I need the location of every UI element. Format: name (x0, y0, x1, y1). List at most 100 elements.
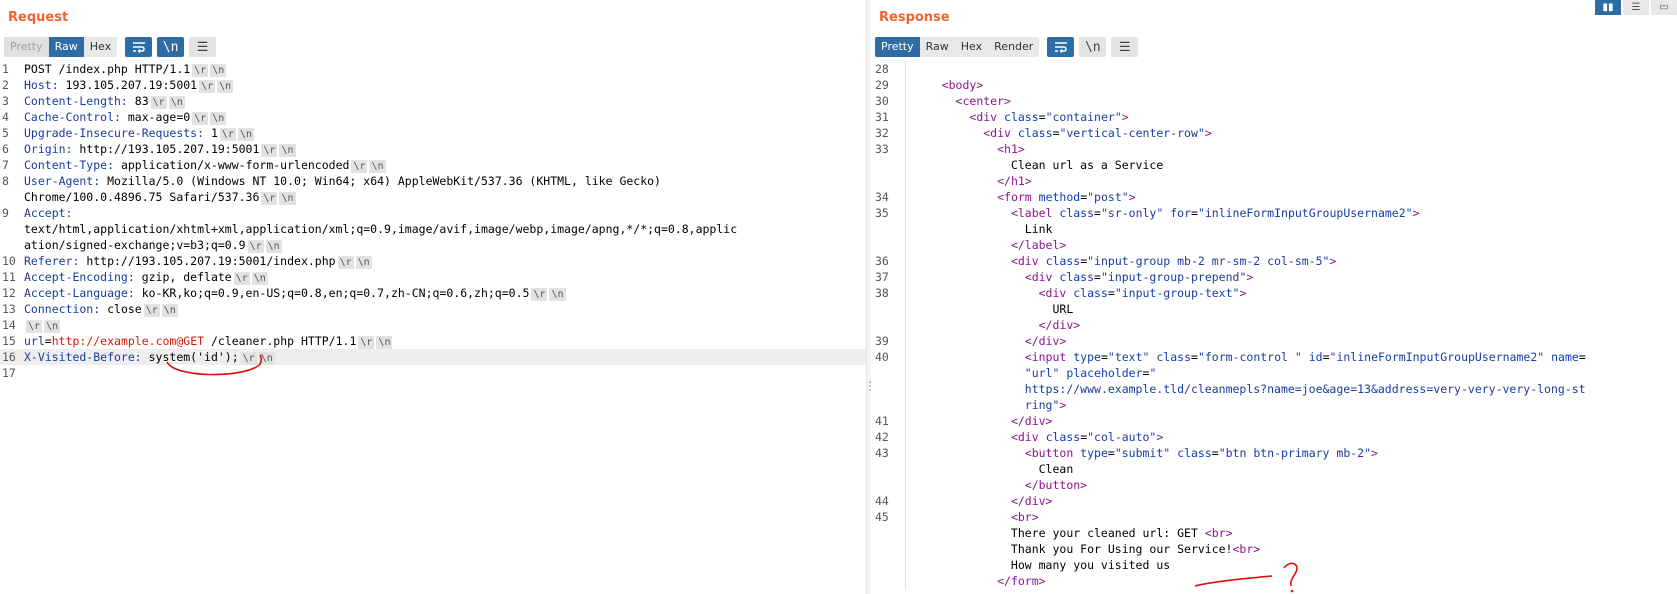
code-line: URL (871, 301, 1677, 317)
line-number: 31 (875, 110, 889, 124)
code-token: <div (969, 110, 1005, 124)
code-token: class (1004, 110, 1039, 124)
response-editor[interactable]: 28 29 <body> 30 <center> 31 <div class="con… (871, 61, 1677, 594)
code-line: 42 <div class="col-auto"> (871, 429, 1677, 445)
word-wrap-icon[interactable] (1047, 37, 1075, 57)
code-text: ring"> (905, 397, 1677, 413)
line-number: 45 (875, 510, 889, 524)
code-line: 10 Referer: http://193.105.207.19:5001/in… (0, 253, 866, 269)
code-token: > (1156, 430, 1164, 444)
crlf-marker: \n (161, 304, 178, 317)
code-token: ko-KR,ko;q=0.9,en-US;q=0.8,en;q=0.7,zh-C… (134, 286, 530, 300)
line-number: 8 (2, 174, 9, 188)
code-text: Host: 193.105.207.19:5001 \r \n (24, 77, 866, 93)
code-token: URL (914, 302, 1074, 316)
code-line: 15 url=http://example.com@GET /cleaner.ph… (0, 333, 866, 349)
code-line: 6 Origin: http://193.105.207.19:5001 \r \n (0, 141, 866, 157)
code-line: </label> (871, 237, 1677, 253)
tab-hex[interactable]: Hex (83, 37, 118, 57)
code-line: 33 <h1> (871, 141, 1677, 157)
code-line: 38 <div class="input-group-text"> (871, 285, 1677, 301)
code-text: <div class="vertical-center-row"> (905, 125, 1677, 141)
code-line: 40 <input type="text" class="form-contro… (871, 349, 1677, 365)
code-line: https://www.example.tld/cleanmepls?name=… (871, 381, 1677, 397)
code-token: </div> (1038, 318, 1081, 332)
tab-pretty[interactable]: Pretty (875, 37, 920, 57)
code-text: <div class="container"> (905, 109, 1677, 125)
tab-hex[interactable]: Hex (954, 37, 989, 57)
code-token: Clean url as a Service (914, 158, 1164, 172)
code-text: <br> (905, 509, 1677, 525)
line-number: 3 (2, 94, 9, 108)
line-number: 35 (875, 206, 889, 220)
code-token: "url" (1024, 366, 1060, 380)
code-line: </div> (871, 317, 1677, 333)
code-token: = (1107, 286, 1115, 300)
crlf-marker: \r (240, 352, 257, 365)
code-token: Thank you For Using our Service! (914, 542, 1233, 556)
line-number: 7 (2, 158, 9, 172)
code-token: class (1017, 126, 1053, 140)
code-token: id (1308, 350, 1323, 364)
code-token: = (1322, 350, 1330, 364)
code-text: There your cleaned url: GET <br> (905, 525, 1677, 541)
line-number (871, 477, 905, 493)
code-line: 11 Accept-Encoding: gzip, deflate \r \n (0, 269, 866, 285)
code-text: Accept: (24, 205, 866, 221)
line-number: 37 (875, 270, 889, 284)
line-number: 12 (2, 286, 16, 300)
code-token: = (1094, 270, 1101, 284)
code-line: Link (871, 221, 1677, 237)
request-title: Request (8, 10, 69, 25)
code-token: 1 (204, 126, 218, 140)
code-token: system('id'); (141, 350, 239, 364)
code-line: "url" placeholder=" (871, 365, 1677, 381)
code-line: 4 Cache-Control: max-age=0 \r \n (0, 109, 866, 125)
crlf-marker: \n (369, 160, 386, 173)
menu-icon[interactable]: ☰ (1111, 37, 1139, 57)
tab-render[interactable]: Render (988, 37, 1040, 57)
code-token: type (1073, 350, 1101, 364)
code-text: URL (905, 301, 1677, 317)
line-number: 34 (875, 190, 889, 204)
menu-icon[interactable]: ☰ (189, 37, 217, 57)
crlf-marker: \r (337, 256, 354, 269)
code-token: </div> (1010, 414, 1053, 428)
code-text: Thank you For Using our Service!<br> (905, 541, 1677, 557)
line-number: 28 (875, 62, 889, 76)
code-token: Accept: (24, 206, 73, 220)
code-token: class (1073, 286, 1108, 300)
code-line: 32 <div class="vertical-center-row"> (871, 125, 1677, 141)
code-token: Upgrade-Insecure-Requests: (24, 126, 205, 140)
code-line: ation/signed-exchange;v=b3;q=0.9 \r \n (0, 237, 866, 253)
newline-icon[interactable]: \n (157, 37, 185, 57)
crlf-marker: \n (168, 96, 185, 109)
line-number: 14 (2, 318, 16, 332)
code-line: 41 </div> (871, 413, 1677, 429)
line-number: 40 (875, 350, 889, 364)
code-token: > (1059, 398, 1067, 412)
crlf-marker: \n (237, 128, 254, 141)
code-token: </button> (1024, 478, 1088, 492)
line-number (871, 557, 905, 573)
code-token: > (1239, 286, 1247, 300)
code-text: </label> (905, 237, 1677, 253)
newline-icon[interactable]: \n (1079, 37, 1107, 57)
tab-raw[interactable]: Raw (919, 37, 955, 57)
code-token: > (1371, 446, 1378, 460)
request-editor[interactable]: 1 POST /index.php HTTP/1.1 \r \n 2 Host: 193.… (0, 61, 866, 594)
tab-pretty[interactable]: Pretty (4, 37, 49, 57)
code-token: > (1412, 206, 1420, 220)
code-line: Thank you For Using our Service!<br> (871, 541, 1677, 557)
code-line: There your cleaned url: GET <br> (871, 525, 1677, 541)
word-wrap-icon[interactable] (125, 37, 153, 57)
line-number: 5 (2, 126, 9, 140)
tab-raw[interactable]: Raw (48, 37, 84, 57)
code-token: </label> (1010, 238, 1067, 252)
code-token: "col-auto" (1087, 430, 1157, 444)
